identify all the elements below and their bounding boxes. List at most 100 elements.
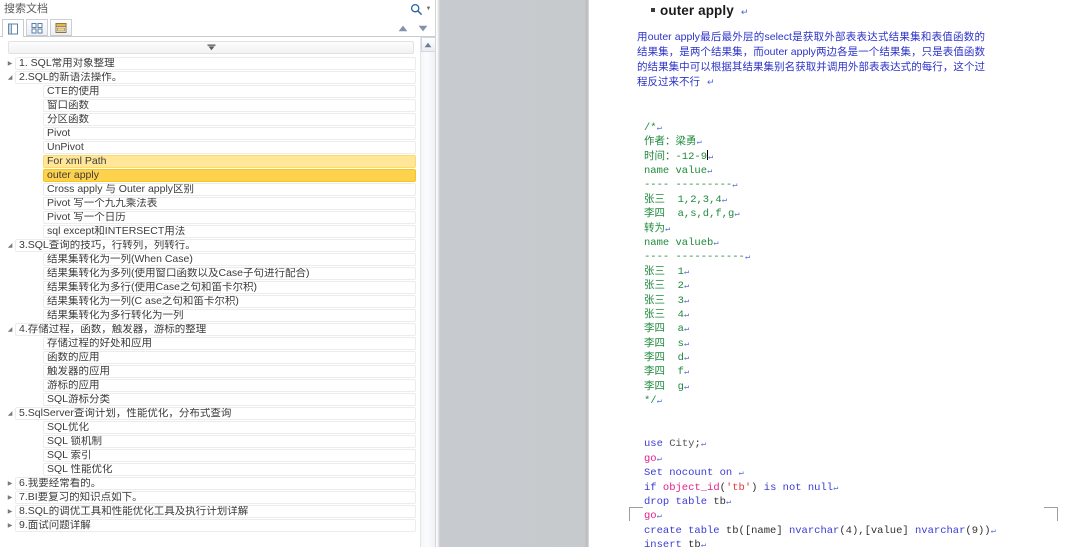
heading-row-box[interactable]: SQL优化 — [43, 420, 416, 434]
heading-row-box[interactable]: 函数的应用 — [43, 350, 416, 364]
heading-leaf-spacer: · — [5, 144, 15, 150]
heading-row-box[interactable]: 存储过程的好处和应用 — [43, 336, 416, 350]
heading-row-box[interactable]: 1. SQL常用对象整理 — [15, 56, 416, 70]
heading-item-12[interactable]: · sql except和INTERSECT用法 — [2, 224, 416, 238]
heading-row-box[interactable]: 3.SQL查询的技巧，行转列，列转行。 — [15, 238, 416, 252]
search-options-chevron-down-icon[interactable]: ▼ — [424, 1, 433, 17]
document-page[interactable]: outer apply ↵ 用outer apply最后最外层的select是获… — [589, 0, 1080, 547]
heading-row-box[interactable]: 窗口函数 — [43, 98, 416, 112]
expand-chevron-right-icon[interactable]: ▶ — [5, 508, 15, 515]
heading-row-box[interactable]: 6.我要经常看的。 — [15, 476, 416, 490]
expand-chevron-right-icon[interactable]: ▶ — [5, 480, 15, 487]
collapse-chevron-down-icon[interactable]: ◢ — [5, 410, 15, 417]
search-input[interactable] — [4, 1, 408, 17]
heading-row-box[interactable]: 8.SQL的调优工具和性能优化工具及执行计划详解 — [15, 504, 416, 518]
heading-item-30[interactable]: ▶ 6.我要经常看的。 — [2, 476, 416, 490]
heading-item-1[interactable]: ◢ 2.SQL的新语法操作。 — [2, 70, 416, 84]
heading-item-23[interactable]: · 游标的应用 — [2, 378, 416, 392]
heading-row-box[interactable]: sql except和INTERSECT用法 — [43, 224, 416, 238]
heading-row-box[interactable]: 结果集转化为多行(使用Case之句和笛卡尔积) — [43, 280, 416, 294]
heading-row-box[interactable]: 7.BI要复习的知识点如下。 — [15, 490, 416, 504]
heading-item-19[interactable]: ◢ 4.存储过程，函数，触发器，游标的整理 — [2, 322, 416, 336]
heading-label: SQL游标分类 — [47, 393, 111, 405]
heading-item-28[interactable]: · SQL 索引 — [2, 448, 416, 462]
expand-chevron-right-icon[interactable]: ▶ — [5, 494, 15, 501]
search-icon[interactable] — [408, 1, 424, 17]
heading-item-5[interactable]: · Pivot — [2, 126, 416, 140]
paragraph-mark-icon: ↵ — [740, 7, 749, 17]
heading-row-box[interactable]: 结果集转化为多行转化为一列 — [43, 308, 416, 322]
heading-row-box[interactable]: Pivot 写一个九九乘法表 — [43, 196, 416, 210]
heading-row-box[interactable]: 5.SqlServer查询计划，性能优化，分布式查询 — [15, 406, 416, 420]
code-text: 张三 1,2,3,4 — [644, 193, 722, 206]
heading-item-2[interactable]: · CTE的使用 — [2, 84, 416, 98]
collapse-chevron-down-icon[interactable]: ◢ — [5, 242, 15, 249]
heading-row-box[interactable]: 游标的应用 — [43, 378, 416, 392]
scrollbar-track[interactable] — [421, 52, 436, 547]
heading-item-4[interactable]: · 分区函数 — [2, 112, 416, 126]
heading-row-box[interactable]: 2.SQL的新语法操作。 — [15, 70, 416, 84]
heading-item-17[interactable]: · 结果集转化为一列(C ase之句和笛卡尔积) — [2, 294, 416, 308]
heading-row-box[interactable]: Pivot 写一个日历 — [43, 210, 416, 224]
heading-item-21[interactable]: · 函数的应用 — [2, 350, 416, 364]
heading-item-31[interactable]: ▶ 7.BI要复习的知识点如下。 — [2, 490, 416, 504]
heading-row-box[interactable]: 触发器的应用 — [43, 364, 416, 378]
heading-item-29[interactable]: · SQL 性能优化 — [2, 462, 416, 476]
heading-row-box[interactable]: 结果集转化为一列(C ase之句和笛卡尔积) — [43, 294, 416, 308]
heading-item-3[interactable]: · 窗口函数 — [2, 98, 416, 112]
heading-row-box[interactable]: outer apply — [43, 168, 416, 182]
heading-item-24[interactable]: · SQL游标分类 — [2, 392, 416, 406]
heading-item-18[interactable]: · 结果集转化为多行转化为一列 — [2, 308, 416, 322]
heading-label: 存储过程的好处和应用 — [47, 337, 152, 349]
heading-row-box[interactable]: For xml Path — [43, 154, 416, 168]
heading-row-box[interactable]: Cross apply 与 Outer apply区别 — [43, 182, 416, 196]
heading-item-27[interactable]: · SQL 锁机制 — [2, 434, 416, 448]
heading-item-25[interactable]: ◢ 5.SqlServer查询计划，性能优化，分布式查询 — [2, 406, 416, 420]
heading-item-7[interactable]: · For xml Path — [2, 154, 416, 168]
code-comment-line-11: 张三 2↵ — [644, 279, 1080, 293]
heading-item-6[interactable]: · UnPivot — [2, 140, 416, 154]
heading-item-0[interactable]: ▶ 1. SQL常用对象整理 — [2, 56, 416, 70]
scroll-up-icon[interactable] — [420, 37, 435, 52]
heading-item-13[interactable]: ◢ 3.SQL查询的技巧，行转列，列转行。 — [2, 238, 416, 252]
heading-row-box[interactable]: 9.面试问题详解 — [15, 518, 416, 532]
heading-item-14[interactable]: · 结果集转化为一列(When Case) — [2, 252, 416, 266]
heading-item-32[interactable]: ▶ 8.SQL的调优工具和性能优化工具及执行计划详解 — [2, 504, 416, 518]
heading-row-box[interactable]: SQL 锁机制 — [43, 434, 416, 448]
heading-row-box[interactable]: 分区函数 — [43, 112, 416, 126]
heading-row-box[interactable]: Pivot — [43, 126, 416, 140]
navigation-scrollbar[interactable] — [420, 37, 435, 547]
expand-chevron-right-icon[interactable]: ▶ — [5, 522, 15, 529]
previous-result-icon[interactable] — [395, 20, 411, 36]
heading-item-33[interactable]: ▶ 9.面试问题详解 — [2, 518, 416, 532]
next-result-icon[interactable] — [415, 20, 431, 36]
code-text: 张三 4 — [644, 308, 684, 321]
heading-row-box[interactable]: CTE的使用 — [43, 84, 416, 98]
heading-row-box[interactable]: SQL 性能优化 — [43, 462, 416, 476]
heading-item-8[interactable]: · outer apply — [2, 168, 416, 182]
heading-row-box[interactable]: SQL游标分类 — [43, 392, 416, 406]
collapse-chevron-down-icon[interactable]: ◢ — [5, 74, 15, 81]
code-block[interactable]: /*↵ 作者：梁勇↵ 时间：-12-9↵ name value↵ ---- ------… — [644, 92, 1080, 547]
heading-row-box[interactable]: 结果集转化为一列(When Case) — [43, 252, 416, 266]
heading-item-20[interactable]: · 存储过程的好处和应用 — [2, 336, 416, 350]
heading-item-22[interactable]: · 触发器的应用 — [2, 364, 416, 378]
heading-row-box[interactable]: 结果集转化为多列(使用窗口函数以及Case子句进行配合) — [43, 266, 416, 280]
tab-headings[interactable] — [2, 19, 24, 37]
heading-item-10[interactable]: · Pivot 写一个九九乘法表 — [2, 196, 416, 210]
heading-row-box[interactable]: 4.存储过程，函数，触发器，游标的整理 — [15, 322, 416, 336]
heading-list-top-handle[interactable] — [8, 41, 414, 54]
heading-item-16[interactable]: · 结果集转化为多行(使用Case之句和笛卡尔积) — [2, 280, 416, 294]
heading-row-box[interactable]: SQL 索引 — [43, 448, 416, 462]
paragraph-mark-icon: ↵ — [990, 525, 996, 536]
code-comment-line-6: 李四 a,s,d,f,g↵ — [644, 207, 1080, 221]
heading-row-box[interactable]: UnPivot — [43, 140, 416, 154]
expand-chevron-right-icon[interactable]: ▶ — [5, 60, 15, 67]
tab-pages[interactable] — [26, 19, 48, 36]
heading-item-11[interactable]: · Pivot 写一个日历 — [2, 210, 416, 224]
heading-item-9[interactable]: · Cross apply 与 Outer apply区别 — [2, 182, 416, 196]
tab-results[interactable] — [50, 19, 72, 36]
collapse-chevron-down-icon[interactable]: ◢ — [5, 326, 15, 333]
heading-item-26[interactable]: · SQL优化 — [2, 420, 416, 434]
heading-item-15[interactable]: · 结果集转化为多列(使用窗口函数以及Case子句进行配合) — [2, 266, 416, 280]
